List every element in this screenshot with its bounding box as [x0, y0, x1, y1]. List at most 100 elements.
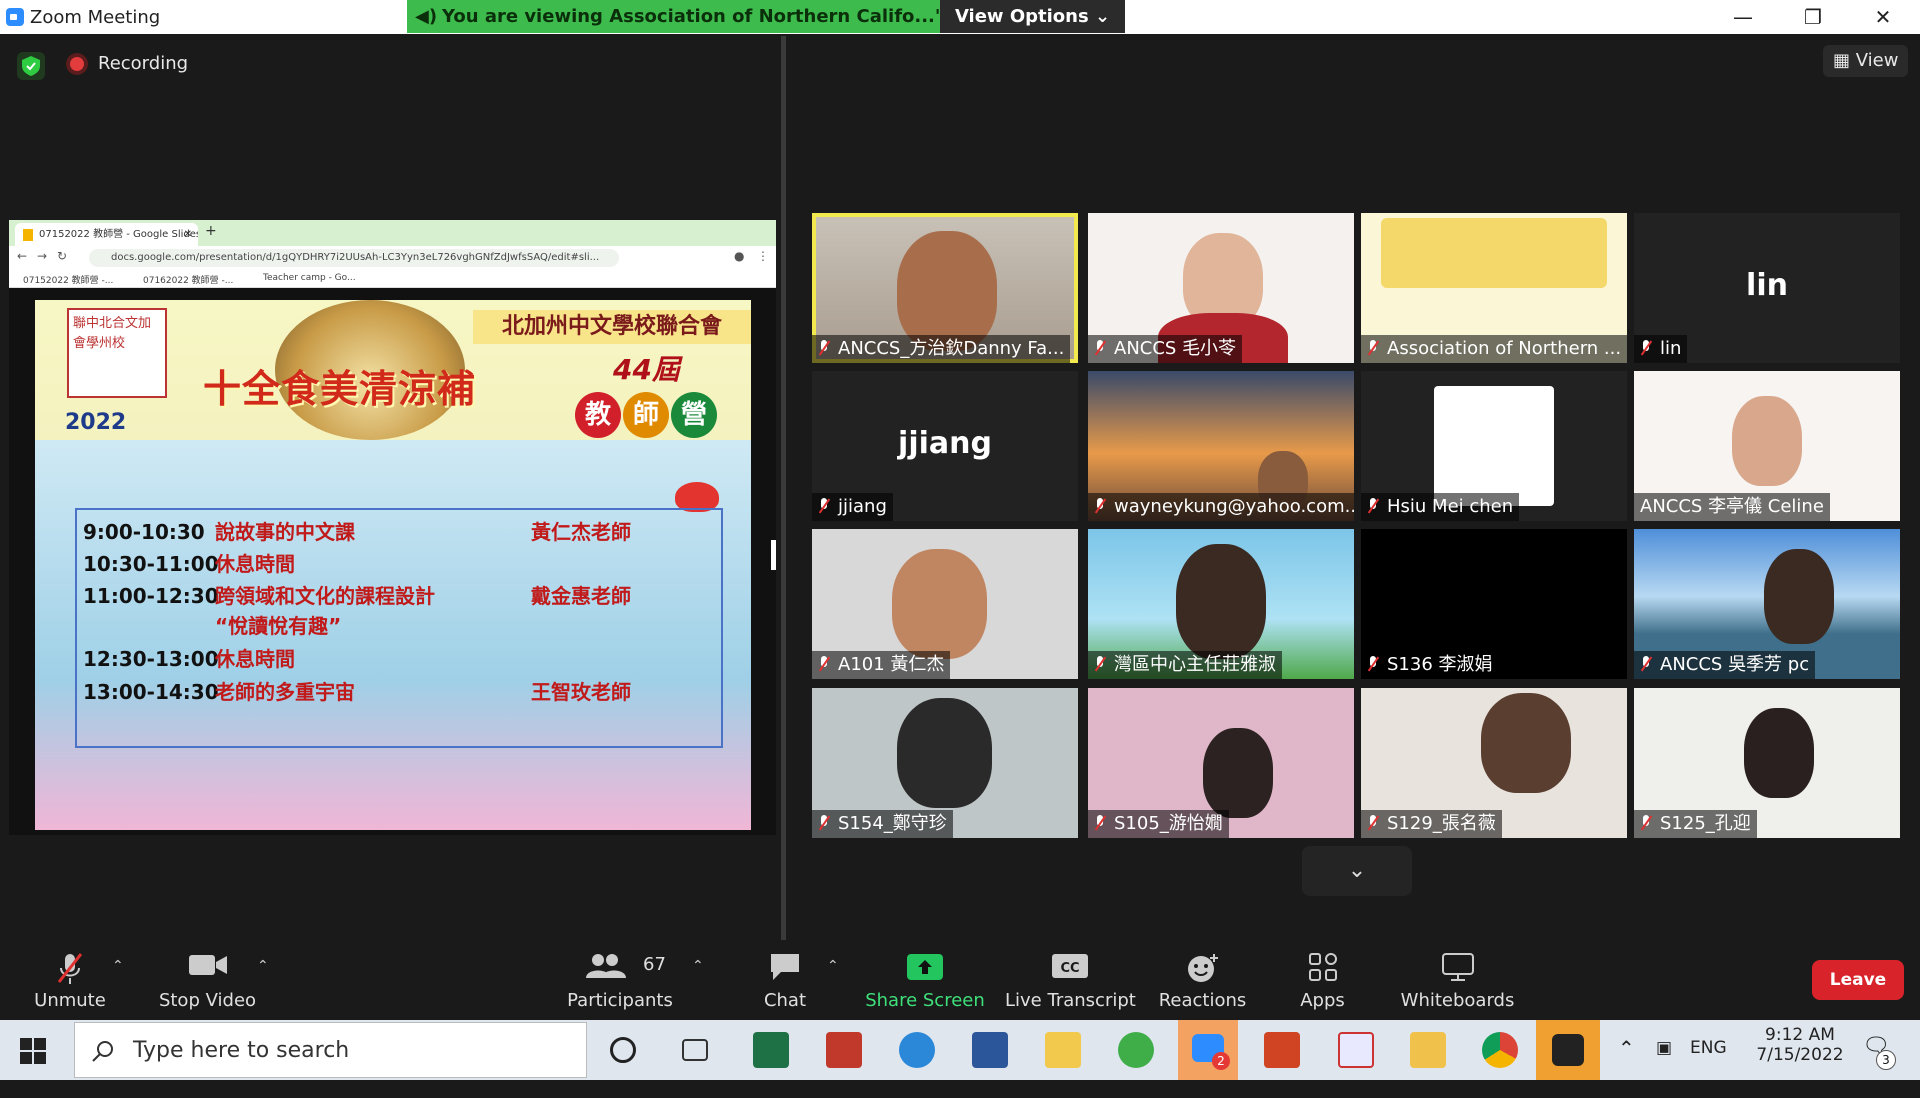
participant-name: 灣區中心主任莊雅淑	[1088, 651, 1282, 679]
minimize-button[interactable]: —	[1723, 4, 1763, 30]
participants-options-caret[interactable]: ⌃	[692, 958, 704, 974]
browser-tab-bar: 07152022 教師營 - Google Slides ✕ +	[9, 220, 776, 246]
windows-start-icon[interactable]	[20, 1038, 46, 1064]
participant-tile[interactable]: ANCCS 吳季芳 pc	[1634, 529, 1900, 679]
file-explorer-icon[interactable]	[1045, 1032, 1081, 1068]
word-icon[interactable]	[972, 1032, 1008, 1068]
profile-icon[interactable]: ●	[734, 249, 744, 263]
edge-dev-icon[interactable]	[1118, 1032, 1154, 1068]
browser-tab-title: 07152022 教師營 - Google Slides	[39, 229, 198, 240]
unmute-button[interactable]: Unmute	[20, 940, 120, 1020]
presentation-slide: 聯中北合文加會學州校 北加州中文學校聯合會 十全食美清涼補 44屆 教師營 20…	[35, 300, 751, 830]
mic-muted-icon	[1640, 656, 1652, 672]
view-options-button[interactable]: View Options ⌄	[940, 0, 1125, 33]
close-tab-icon[interactable]: ✕	[184, 223, 192, 246]
chat-icon	[771, 954, 799, 980]
apps-icon	[1308, 953, 1337, 981]
view-button[interactable]: ▦ View	[1823, 45, 1908, 77]
recording-label[interactable]: Recording	[98, 53, 188, 74]
stop-video-button[interactable]: Stop Video	[155, 940, 260, 1020]
bookmark-item[interactable]: 07162022 教師營 -...	[143, 273, 233, 286]
participant-tile[interactable]: ANCCS 李亭儀 Celine	[1634, 371, 1900, 521]
schedule-session: “悅讀悅有趣”	[215, 614, 342, 638]
menu-icon[interactable]: ⋮	[757, 249, 769, 263]
participant-tile[interactable]: S154_鄭守珍	[812, 688, 1078, 838]
show-hidden-icons-chevron[interactable]: ⌃	[1618, 1036, 1635, 1096]
participant-name-text: ANCCS 吳季芳 pc	[1660, 654, 1810, 675]
browser-tab[interactable]: 07152022 教師營 - Google Slides ✕	[15, 223, 198, 246]
participants-label: Participants	[567, 990, 673, 1011]
participant-tile[interactable]: S125_孔迎	[1634, 688, 1900, 838]
participant-tile[interactable]: jjiang jjiang	[812, 371, 1078, 521]
gallery-next-page-button[interactable]: ⌄	[1302, 846, 1412, 896]
participant-name-text: Hsiu Mei chen	[1387, 496, 1514, 517]
back-icon[interactable]: ←	[17, 249, 27, 263]
clock[interactable]: 9:12 AM 7/15/2022	[1755, 1025, 1845, 1085]
security-shield-icon[interactable]	[17, 52, 45, 80]
taskbar-search-box[interactable]: Type here to search	[74, 1022, 587, 1078]
close-button[interactable]: ✕	[1863, 4, 1903, 30]
task-view-icon[interactable]	[682, 1039, 708, 1061]
participant-name-text: Association of Northern ...	[1387, 338, 1622, 359]
participant-tile[interactable]: S136 李淑娟	[1361, 529, 1627, 679]
new-tab-icon[interactable]: +	[205, 223, 217, 239]
zoom-taskbar-icon[interactable]: 2	[1178, 1020, 1238, 1080]
url-field[interactable]: docs.google.com/presentation/d/1gQYDHRY7…	[89, 249, 619, 267]
schedule-teacher: 王智玫老師	[531, 680, 631, 704]
schedule-row: “悅讀悅有趣”	[83, 610, 341, 639]
resize-handle[interactable]	[771, 540, 776, 570]
live-transcript-button[interactable]: CC Live Transcript	[1005, 940, 1136, 1020]
participant-tile[interactable]: A101 黃仁杰	[812, 529, 1078, 679]
participant-video	[1732, 396, 1802, 486]
participant-tile[interactable]: lin lin	[1634, 213, 1900, 363]
participant-name: S105_游怡嫺	[1088, 810, 1229, 838]
outlook-folder-icon[interactable]	[1410, 1032, 1446, 1068]
participant-tile[interactable]: Association of Northern ...	[1361, 213, 1627, 363]
reactions-button[interactable]: Reactions	[1155, 940, 1250, 1020]
participant-tile[interactable]: Hsiu Mei chen	[1361, 371, 1627, 521]
cortana-icon[interactable]	[610, 1037, 636, 1063]
split-divider[interactable]	[781, 36, 786, 940]
camp-char: 師	[623, 392, 669, 438]
bookmark-item[interactable]: 07152022 教師營 -...	[23, 273, 113, 286]
participant-tile[interactable]: ANCCS_方治欽Danny Fa...	[812, 213, 1078, 363]
participant-name: S136 李淑娟	[1361, 651, 1499, 679]
forward-icon[interactable]: →	[37, 249, 47, 263]
share-screen-label: Share Screen	[865, 990, 985, 1011]
chat-options-caret[interactable]: ⌃	[827, 958, 839, 974]
participant-name: ANCCS 毛小苓	[1088, 335, 1243, 363]
chrome-icon[interactable]	[1482, 1032, 1518, 1068]
excel-icon[interactable]	[753, 1032, 789, 1068]
camera-icon[interactable]: ▣	[1656, 1038, 1672, 1098]
snipping-tool-icon[interactable]	[1338, 1032, 1374, 1068]
restore-button[interactable]: ❐	[1793, 4, 1833, 30]
acrobat-icon[interactable]	[826, 1032, 862, 1068]
participants-button[interactable]: 67 Participants	[565, 940, 675, 1020]
video-options-caret[interactable]: ⌃	[257, 958, 269, 974]
edge-icon[interactable]	[899, 1032, 935, 1068]
apps-button[interactable]: Apps	[1280, 940, 1365, 1020]
whiteboards-button[interactable]: Whiteboards	[1395, 940, 1520, 1020]
reload-icon[interactable]: ↻	[57, 249, 67, 263]
participant-tile[interactable]: 灣區中心主任莊雅淑	[1088, 529, 1354, 679]
participant-tile[interactable]: wayneykung@yahoo.com...	[1088, 371, 1354, 521]
schedule-row: 13:00-14:30老師的多重宇宙 王智玫老師	[83, 676, 631, 705]
participant-tile[interactable]: S129_張名薇	[1361, 688, 1627, 838]
svg-text:CC: CC	[1060, 961, 1079, 976]
slide-year: 2022	[65, 410, 127, 435]
chat-button[interactable]: Chat	[750, 940, 820, 1020]
slide-main-title: 十全食美清涼補	[203, 367, 477, 411]
active-app-icon[interactable]	[1536, 1020, 1600, 1080]
participant-name-text: jjiang	[838, 496, 887, 517]
participant-name-text: S136 李淑娟	[1387, 654, 1493, 675]
input-language[interactable]: ENG	[1690, 1038, 1727, 1098]
share-screen-button[interactable]: Share Screen	[865, 940, 985, 1020]
schedule-row: 9:00-10:30 說故事的中文課 黃仁杰老師	[83, 516, 631, 545]
leave-button[interactable]: Leave	[1812, 960, 1904, 1000]
participant-tile[interactable]: S105_游怡嫺	[1088, 688, 1354, 838]
audio-options-caret[interactable]: ⌃	[112, 958, 124, 974]
bookmark-item[interactable]: Teacher camp - Go...	[263, 273, 356, 283]
powerpoint-icon[interactable]	[1264, 1032, 1300, 1068]
participant-tile[interactable]: ANCCS 毛小苓	[1088, 213, 1354, 363]
shared-screen[interactable]: 07152022 教師營 - Google Slides ✕ + ← → ↻ d…	[9, 220, 776, 835]
